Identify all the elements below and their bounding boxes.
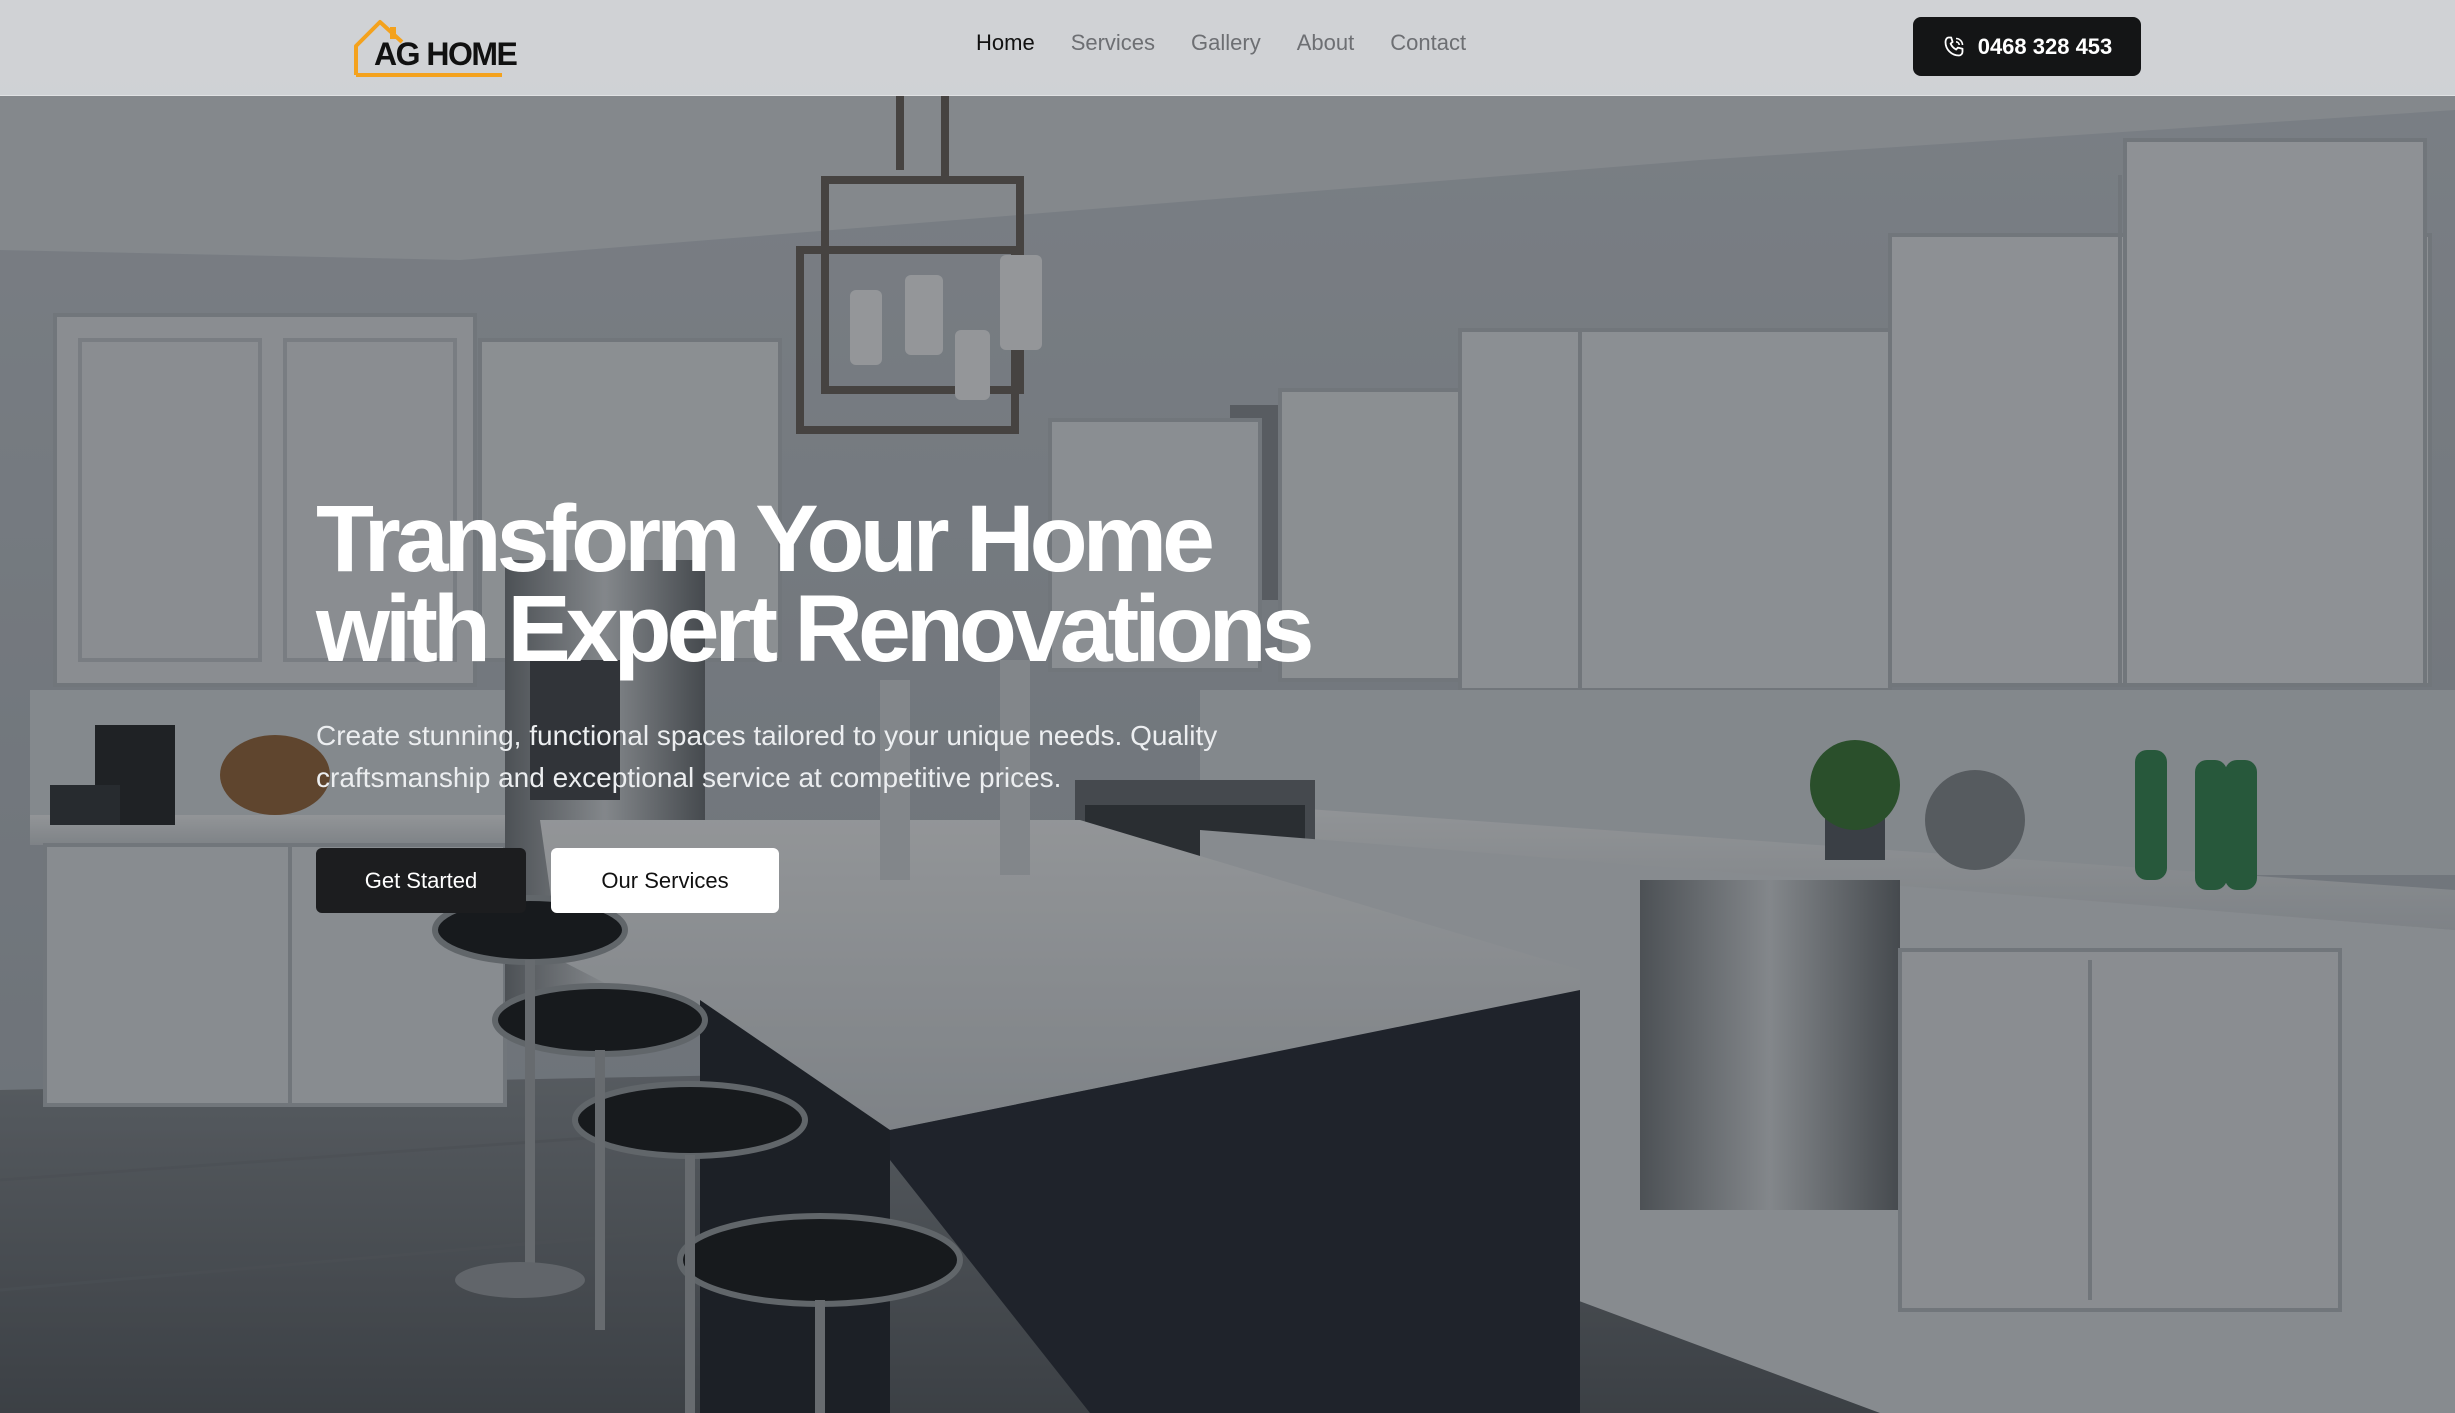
brand-logo[interactable]: AG HOME (352, 18, 518, 78)
phone-number: 0468 328 453 (1977, 33, 2113, 59)
nav-link-services[interactable]: Services (1071, 30, 1155, 56)
hero-headline: Transform Your Home with Expert Renovati… (316, 486, 1416, 682)
hero-dark-overlay (0, 0, 2455, 1413)
our-services-button[interactable]: Our Services (551, 848, 779, 913)
hero-background-image (0, 0, 2455, 1413)
hero-subtext: Create stunning, functional spaces tailo… (316, 720, 1218, 793)
nav-link-about[interactable]: About (1297, 30, 1355, 56)
hero-headline-line-2: with Expert Renovations (316, 576, 1315, 682)
phone-call-button[interactable]: 0468 328 453 (1913, 17, 2141, 76)
hero-headline-line-1: Transform Your Home (316, 486, 1215, 592)
nav-link-gallery[interactable]: Gallery (1191, 30, 1261, 56)
nav-link-contact[interactable]: Contact (1390, 30, 1466, 56)
phone-icon (1944, 36, 1964, 56)
main-nav: Home Services Gallery About Contact (976, 30, 1502, 56)
nav-link-home[interactable]: Home (976, 30, 1035, 56)
top-navbar: AG HOME Home Services Gallery About Cont… (0, 0, 2455, 96)
get-started-button[interactable]: Get Started (316, 848, 526, 913)
brand-name: AG HOME (374, 36, 518, 72)
